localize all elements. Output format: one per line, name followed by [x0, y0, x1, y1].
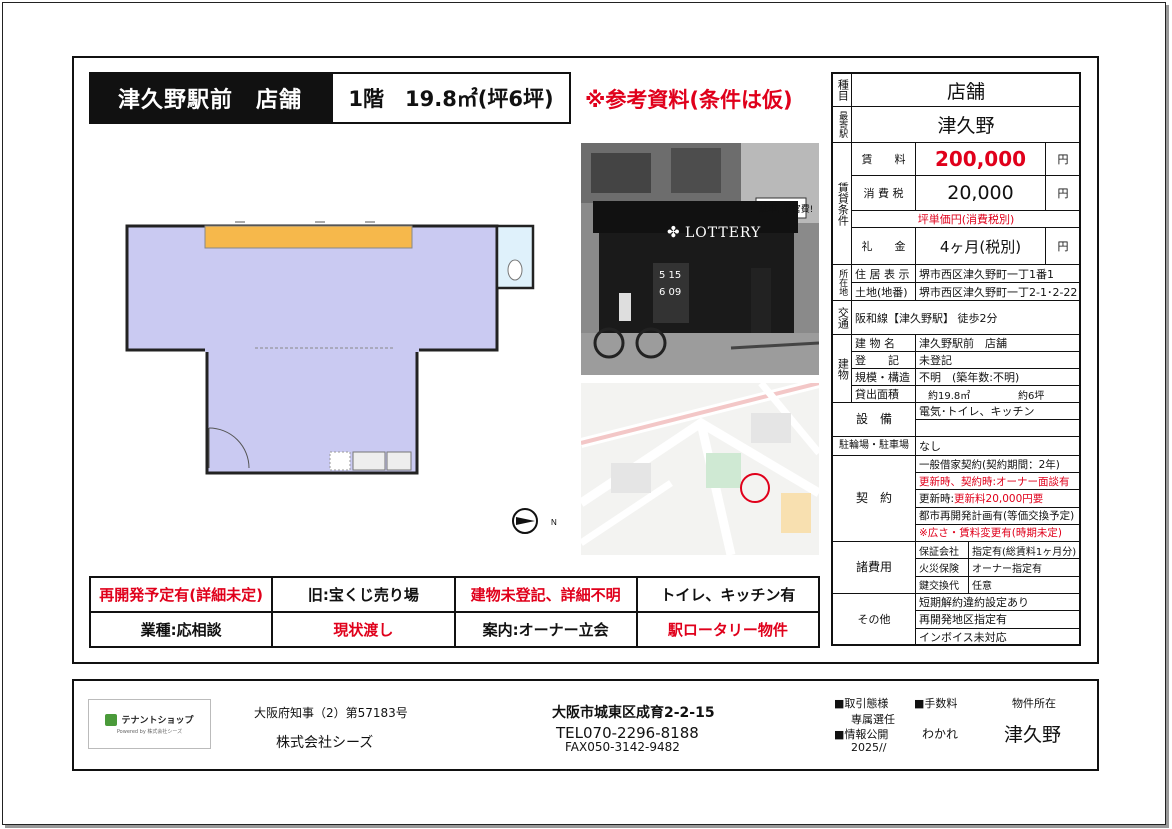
scale-value: 不明 (築年数:不明) — [916, 369, 1081, 386]
fee-item-value: 任意 — [969, 576, 1081, 594]
renewal-fee: 更新料20,000円要 — [954, 492, 1044, 505]
fee-item-label: 鍵交換代 — [916, 576, 969, 594]
residence-value: 堺市西区津久野町一丁1番1 — [916, 265, 1081, 283]
fee-item-value: 指定有(総賃料1ヶ月分) — [969, 542, 1081, 560]
clover-icon: ✤ — [667, 223, 680, 241]
features-table: 再開発予定有(詳細未定) 旧:宝くじ売り場 建物未登記、詳細不明 トイレ、キッチン有業… — [88, 576, 821, 648]
category-label: 種目 — [832, 74, 852, 107]
contract-line: 一般借家契約(契約期間：2年) — [916, 456, 1081, 474]
transport-value: 阪和線【津久野駅】 徒歩2分 — [852, 301, 1081, 335]
compass-label: N — [551, 518, 557, 527]
other-label: その他 — [832, 594, 916, 646]
disclosure-date: 2025// — [851, 741, 887, 754]
feature-cell: トイレ、キッチン有 — [635, 576, 821, 613]
station-label: 最寄駅 — [832, 107, 852, 143]
property-location-value: 津久野 — [1004, 724, 1062, 746]
photo-num-1: 5 15 — [659, 270, 682, 281]
feature-cell: 現状渡し — [271, 611, 456, 648]
contract-line: 更新時、契約時:オーナー面談有 — [916, 473, 1081, 491]
fee-item-label: 保証会社 — [916, 542, 969, 560]
station-value: 津久野 — [852, 107, 1081, 143]
other-item: 再開発地区指定有 — [916, 611, 1081, 629]
fee-item-label: 火災保険 — [916, 559, 969, 577]
contract-line: 更新時: 更新料20,000円要 — [916, 490, 1081, 508]
rent-value: 200,000 — [916, 143, 1046, 176]
area-m2: 約19.8㎡ — [916, 386, 996, 403]
fee-value: わかれ — [922, 727, 959, 741]
contract-line: ※広さ・賃料変更有(時期未定) — [916, 524, 1081, 542]
feature-cell: 旧:宝くじ売り場 — [271, 576, 456, 613]
other-item: インボイス未対応 — [916, 628, 1081, 646]
key-money-value: 4ヶ月(税別) — [916, 228, 1046, 265]
lot-value: 堺市西区津久野町一丁2-1･2-22 — [916, 283, 1081, 301]
company-logo: テナントショップ Powered by 株式会社シーズ — [88, 699, 211, 749]
tax-value: 20,000 — [916, 176, 1046, 211]
property-title: 津久野駅前 店舗 — [89, 72, 331, 124]
location-map[interactable] — [581, 383, 819, 555]
facilities-label: 設 備 — [832, 403, 916, 437]
tsubo-note: 坪単価円(消費税別) — [852, 211, 1081, 228]
key-money-unit: 円 — [1046, 228, 1081, 265]
company-fax: FAX050-3142-9482 — [565, 740, 680, 754]
transaction-value: 専属選任 — [851, 713, 895, 726]
fee-item-value: オーナー指定有 — [969, 559, 1081, 577]
rent-unit: 円 — [1046, 143, 1081, 176]
transaction-label: ■取引態様 — [834, 697, 889, 710]
parking-value: なし — [916, 437, 1081, 456]
key-money-label: 礼 金 — [852, 228, 916, 265]
tax-unit: 円 — [1046, 176, 1081, 211]
bldg-name-value: 津久野駅前 店舗 — [916, 335, 1081, 352]
storefront-photo: LOTTERY ✤ 駐車, 甲宮費! 5 15 6 09 — [581, 143, 819, 375]
disclosure-label: ■情報公開 — [834, 728, 889, 741]
tax-label: 消 費 税 — [852, 176, 916, 211]
photo-banner: 駐車, 甲宮費! — [759, 205, 814, 215]
location-label: 所在地 — [832, 265, 852, 301]
floor-plan — [125, 221, 535, 475]
registry-label: 登 記 — [852, 352, 916, 369]
photo-num-2: 6 09 — [659, 287, 682, 298]
fees-label: 諸費用 — [832, 542, 916, 594]
rent-label: 賃 料 — [852, 143, 916, 176]
facilities-value: 電気･トイレ、キッチン — [916, 403, 1081, 420]
feature-cell: 案内:オーナー立会 — [453, 611, 638, 648]
property-location-label: 物件所在 — [1012, 697, 1056, 710]
area-tsubo: 約6坪 — [996, 386, 1081, 403]
lottery-sign: LOTTERY — [685, 225, 762, 241]
lease-terms-label: 賃貸条件 — [832, 143, 852, 265]
logo-name: テナントショップ — [121, 716, 194, 726]
parking-label: 駐輪場・駐車場 — [832, 437, 916, 456]
residence-label: 住 居 表 示 — [852, 265, 916, 283]
category-value: 店舗 — [852, 74, 1081, 107]
transport-label: 交通 — [832, 301, 852, 335]
feature-cell: 建物未登記、詳細不明 — [453, 576, 638, 613]
contract-line-prefix: 更新時: — [919, 492, 955, 505]
logo-sub: Powered by 株式会社シーズ — [116, 729, 183, 735]
other-item: 短期解約違約設定あり — [916, 594, 1081, 612]
facilities-blank — [916, 420, 1081, 437]
registry-value: 未登記 — [916, 352, 1081, 369]
contract-label: 契 約 — [832, 456, 916, 542]
feature-row: 再開発予定有(詳細未定) 旧:宝くじ売り場 建物未登記、詳細不明 トイレ、キッチン有 — [88, 576, 821, 613]
feature-cell: 業種:応相談 — [88, 611, 274, 648]
feature-cell: 再開発予定有(詳細未定) — [88, 576, 274, 613]
fee-label: ■手数料 — [914, 697, 958, 710]
notice-text: ※参考資料(条件は仮) — [585, 88, 793, 112]
compass-icon: N — [512, 508, 557, 534]
scale-label: 規模・構造 — [852, 369, 916, 386]
company-name: 株式会社シーズ — [276, 735, 374, 751]
area-label: 貸出面積 — [852, 386, 916, 403]
logo-icon — [105, 713, 118, 726]
feature-row: 業種:応相談 現状渡し 案内:オーナー立会 駅ロータリー物件 — [88, 611, 821, 648]
contract-line: 都市再開発計画有(等価交換予定) — [916, 507, 1081, 525]
building-label: 建物 — [832, 335, 852, 403]
bldg-name-label: 建 物 名 — [852, 335, 916, 352]
property-size: 1階 19.8㎡(坪6坪) — [331, 72, 571, 124]
company-address: 大阪市城東区成育2-2-15 — [552, 705, 715, 721]
lot-label: 土地(地番) — [852, 283, 916, 301]
license-number: 大阪府知事（2）第57183号 — [254, 706, 408, 720]
feature-cell: 駅ロータリー物件 — [635, 611, 821, 648]
spec-table: 種目 店舗 最寄駅 津久野 賃貸条件 賃 料 200,000 円 消 費 税 2… — [831, 72, 1081, 646]
